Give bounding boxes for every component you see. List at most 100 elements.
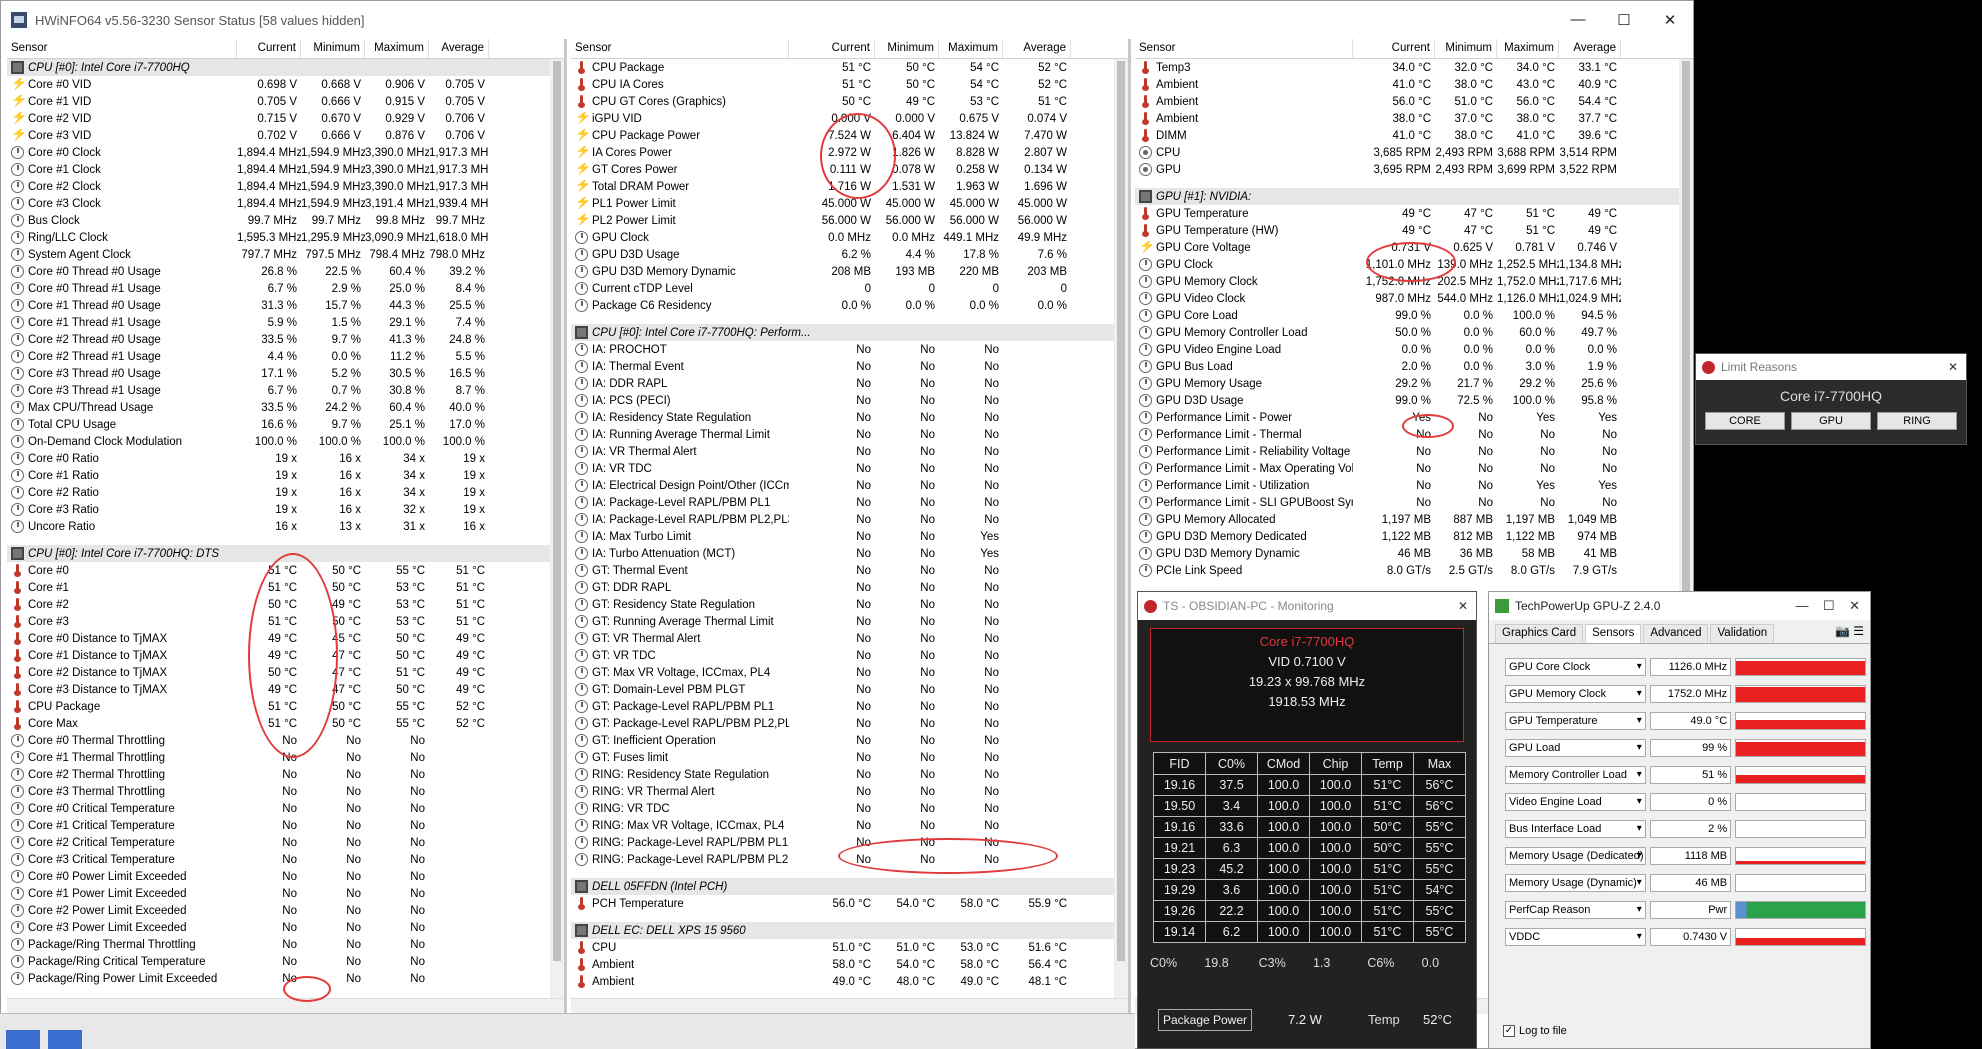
- sensor-row[interactable]: GT: Domain-Level PBM PLGT No No No: [571, 681, 1128, 698]
- close-button[interactable]: ✕: [1647, 11, 1693, 29]
- checkbox-icon[interactable]: ✓: [1503, 1025, 1515, 1037]
- sensor-row[interactable]: Total CPU Usage 16.6 % 9.7 % 25.1 % 17.0 %: [7, 416, 564, 433]
- sensor-row[interactable]: Package C6 Residency 0.0 % 0.0 % 0.0 % 0.0 %: [571, 297, 1128, 314]
- sensor-row[interactable]: CPU Package 51 °C 50 °C 54 °C 52 °C: [571, 59, 1128, 76]
- sensor-row[interactable]: Core #2 Thread #0 Usage 33.5 % 9.7 % 41.3 %…: [7, 331, 564, 348]
- close-icon[interactable]: ✕: [1948, 360, 1958, 374]
- gpuz-sensor-select[interactable]: GPU Core Clock: [1505, 658, 1646, 676]
- gpu-button[interactable]: GPU: [1791, 412, 1871, 430]
- sensor-row[interactable]: Current cTDP Level 0 0 0 0: [571, 280, 1128, 297]
- sensor-row[interactable]: Core #2 Power Limit Exceeded No No No: [7, 902, 564, 919]
- sensor-row[interactable]: Core #3 Critical Temperature No No No: [7, 851, 564, 868]
- sensor-row[interactable]: Core #2 VID 0.715 V 0.670 V 0.929 V 0.706 V: [7, 110, 564, 127]
- sensor-row[interactable]: GPU D3D Memory Dynamic 208 MB 193 MB 220 MB…: [571, 263, 1128, 280]
- sensor-row[interactable]: Core #3 Clock 1,894.4 MHz 1,594.9 MHz 3,191…: [7, 195, 564, 212]
- gpuz-sensor-select[interactable]: Video Engine Load: [1505, 793, 1646, 811]
- sensor-row[interactable]: GT: Package-Level RAPL/PBM PL1 No No No: [571, 698, 1128, 715]
- maximize-button[interactable]: ☐: [1601, 11, 1647, 29]
- sensor-row[interactable]: GPU Memory Controller Load 50.0 % 0.0 % 60.…: [1135, 324, 1693, 341]
- sensor-row[interactable]: IA: Package-Level RAPL/PBM PL1 No No No: [571, 494, 1128, 511]
- sensor-row[interactable]: GPU Memory Usage 29.2 % 21.7 % 29.2 % 25.6 %: [1135, 375, 1693, 392]
- minimize-button[interactable]: —: [1555, 11, 1601, 29]
- sensor-row[interactable]: PCIe Link Speed 8.0 GT/s 2.5 GT/s 8.0 GT/s 7…: [1135, 562, 1693, 579]
- gpuz-sensor-select[interactable]: VDDC: [1505, 928, 1646, 946]
- column-maximum[interactable]: Maximum: [365, 39, 429, 58]
- sensor-row[interactable]: GT: VR Thermal Alert No No No: [571, 630, 1128, 647]
- sensor-row[interactable]: Ambient 49.0 °C 48.0 °C 49.0 °C 48.1 °C: [571, 973, 1128, 990]
- horizontal-scrollbar[interactable]: [7, 998, 564, 1014]
- tab-graphics-card[interactable]: Graphics Card: [1495, 624, 1584, 643]
- sensor-row[interactable]: DIMM 41.0 °C 38.0 °C 41.0 °C 39.6 °C: [1135, 127, 1693, 144]
- sensor-row[interactable]: CPU 3,685 RPM 2,493 RPM 3,688 RPM 3,514 RPM: [1135, 144, 1693, 161]
- column-sensor[interactable]: Sensor: [7, 39, 237, 58]
- vertical-scrollbar[interactable]: [550, 59, 564, 998]
- gpuz-sensor-select[interactable]: GPU Load: [1505, 739, 1646, 757]
- sensor-row[interactable]: Core #3 Ratio 19 x 16 x 32 x 19 x: [7, 501, 564, 518]
- sensor-row[interactable]: GT: Max VR Voltage, ICCmax, PL4 No No No: [571, 664, 1128, 681]
- column-maximum[interactable]: Maximum: [1497, 39, 1559, 58]
- sensor-row[interactable]: GPU Temperature 49 °C 47 °C 51 °C 49 °C: [1135, 205, 1693, 222]
- sensor-row[interactable]: IA: VR TDC No No No: [571, 460, 1128, 477]
- column-sensor[interactable]: Sensor: [571, 39, 789, 58]
- sensor-row[interactable]: Core #1 Ratio 19 x 16 x 34 x 19 x: [7, 467, 564, 484]
- sensor-row[interactable]: GPU 3,695 RPM 2,493 RPM 3,699 RPM 3,522 RPM: [1135, 161, 1693, 178]
- sensor-row[interactable]: IA: Electrical Design Point/Other (ICCma…: [571, 477, 1128, 494]
- sensor-row[interactable]: Bus Clock 99.7 MHz 99.7 MHz 99.8 MHz 99.7 MH…: [7, 212, 564, 229]
- sensor-row[interactable]: GPU Memory Allocated 1,197 MB 887 MB 1,197 …: [1135, 511, 1693, 528]
- gpuz-sensor-select[interactable]: Memory Controller Load: [1505, 766, 1646, 784]
- sensor-row[interactable]: Core #3 VID 0.702 V 0.666 V 0.876 V 0.706 V: [7, 127, 564, 144]
- ring-button[interactable]: RING: [1877, 412, 1957, 430]
- sensor-row[interactable]: Core #3 Power Limit Exceeded No No No: [7, 919, 564, 936]
- sensor-row[interactable]: Core #0 Power Limit Exceeded No No No: [7, 868, 564, 885]
- camera-icon[interactable]: 📷 ☰: [1835, 624, 1864, 643]
- sensor-row[interactable]: GPU Clock 0.0 MHz 0.0 MHz 449.1 MHz 49.9 MHz: [571, 229, 1128, 246]
- sensor-row[interactable]: GT: Fuses limit No No No: [571, 749, 1128, 766]
- sensor-group[interactable]: DELL EC: DELL XPS 15 9560: [571, 922, 1128, 939]
- sensor-group[interactable]: DELL 05FFDN (Intel PCH): [571, 878, 1128, 895]
- sensor-row[interactable]: Uncore Ratio 16 x 13 x 31 x 16 x: [7, 518, 564, 535]
- sensor-row[interactable]: Core #1 Clock 1,894.4 MHz 1,594.9 MHz 3,390…: [7, 161, 564, 178]
- tab-advanced[interactable]: Advanced: [1643, 624, 1709, 643]
- sensor-row[interactable]: Core #3 Thread #1 Usage 6.7 % 0.7 % 30.8 % 8…: [7, 382, 564, 399]
- sensor-row[interactable]: GPU Bus Load 2.0 % 0.0 % 3.0 % 1.9 %: [1135, 358, 1693, 375]
- sensor-row[interactable]: GT: VR TDC No No No: [571, 647, 1128, 664]
- sensor-row[interactable]: System Agent Clock 797.7 MHz 797.5 MHz 798.…: [7, 246, 564, 263]
- sensor-row[interactable]: RING: Residency State Regulation No No No: [571, 766, 1128, 783]
- sensor-row[interactable]: PL2 Power Limit 56.000 W 56.000 W 56.000 W 5…: [571, 212, 1128, 229]
- sensor-row[interactable]: GPU D3D Memory Dedicated 1,122 MB 812 MB 1,…: [1135, 528, 1693, 545]
- sensor-row[interactable]: GPU Temperature (HW) 49 °C 47 °C 51 °C 49 °C: [1135, 222, 1693, 239]
- sensor-pane-1[interactable]: Sensor Current Minimum Maximum Average CPU [#…: [7, 39, 567, 1014]
- sensor-row[interactable]: CPU 51.0 °C 51.0 °C 53.0 °C 51.6 °C: [571, 939, 1128, 956]
- sensor-row[interactable]: IA: VR Thermal Alert No No No: [571, 443, 1128, 460]
- gpuz-sensor-select[interactable]: GPU Temperature: [1505, 712, 1646, 730]
- sensor-row[interactable]: GT: Residency State Regulation No No No: [571, 596, 1128, 613]
- sensor-row[interactable]: GPU Video Engine Load 0.0 % 0.0 % 0.0 % 0.0 …: [1135, 341, 1693, 358]
- sensor-row[interactable]: Core #2 Ratio 19 x 16 x 34 x 19 x: [7, 484, 564, 501]
- sensor-group[interactable]: CPU [#0]: Intel Core i7-7700HQ: Perform.…: [571, 324, 1128, 341]
- column-current[interactable]: Current: [1353, 39, 1435, 58]
- sensor-row[interactable]: Core #2 Thread #1 Usage 4.4 % 0.0 % 11.2 % 5…: [7, 348, 564, 365]
- sensor-row[interactable]: GT: Package-Level RAPL/PBM PL2,PL3 No No No: [571, 715, 1128, 732]
- gpuz-sensor-select[interactable]: GPU Memory Clock: [1505, 685, 1646, 703]
- sensor-row[interactable]: RING: VR TDC No No No: [571, 800, 1128, 817]
- gpuz-sensor-select[interactable]: Memory Usage (Dedicated): [1505, 847, 1646, 865]
- sensor-row[interactable]: Core #1 Thread #1 Usage 5.9 % 1.5 % 29.1 % 7…: [7, 314, 564, 331]
- sensor-row[interactable]: IA: DDR RAPL No No No: [571, 375, 1128, 392]
- sensor-row[interactable]: IA: Residency State Regulation No No No: [571, 409, 1128, 426]
- sensor-row[interactable]: GPU D3D Memory Dynamic 46 MB 36 MB 58 MB 41 …: [1135, 545, 1693, 562]
- sensor-row[interactable]: GPU Core Load 99.0 % 0.0 % 100.0 % 94.5 %: [1135, 307, 1693, 324]
- sensor-row[interactable]: GT: Running Average Thermal Limit No No No: [571, 613, 1128, 630]
- sensor-row[interactable]: Core #1 Power Limit Exceeded No No No: [7, 885, 564, 902]
- close-icon[interactable]: ✕: [1458, 599, 1468, 613]
- sensor-row[interactable]: Core #0 Critical Temperature No No No: [7, 800, 564, 817]
- log-to-file-checkbox[interactable]: ✓ Log to file: [1503, 1025, 1567, 1037]
- nav-forward-button[interactable]: [48, 1030, 82, 1049]
- gpuz-sensor-select[interactable]: Memory Usage (Dynamic): [1505, 874, 1646, 892]
- sensor-row[interactable]: CPU IA Cores 51 °C 50 °C 54 °C 52 °C: [571, 76, 1128, 93]
- sensor-row[interactable]: IA: Max Turbo Limit No No Yes: [571, 528, 1128, 545]
- sensor-row[interactable]: GPU D3D Usage 6.2 % 4.4 % 17.8 % 7.6 %: [571, 246, 1128, 263]
- sensor-group[interactable]: GPU [#1]: NVIDIA:: [1135, 188, 1693, 205]
- sensor-row[interactable]: GT: Thermal Event No No No: [571, 562, 1128, 579]
- sensor-row[interactable]: PCH Temperature 56.0 °C 54.0 °C 58.0 °C 55.9…: [571, 895, 1128, 912]
- sensor-row[interactable]: Ambient 38.0 °C 37.0 °C 38.0 °C 37.7 °C: [1135, 110, 1693, 127]
